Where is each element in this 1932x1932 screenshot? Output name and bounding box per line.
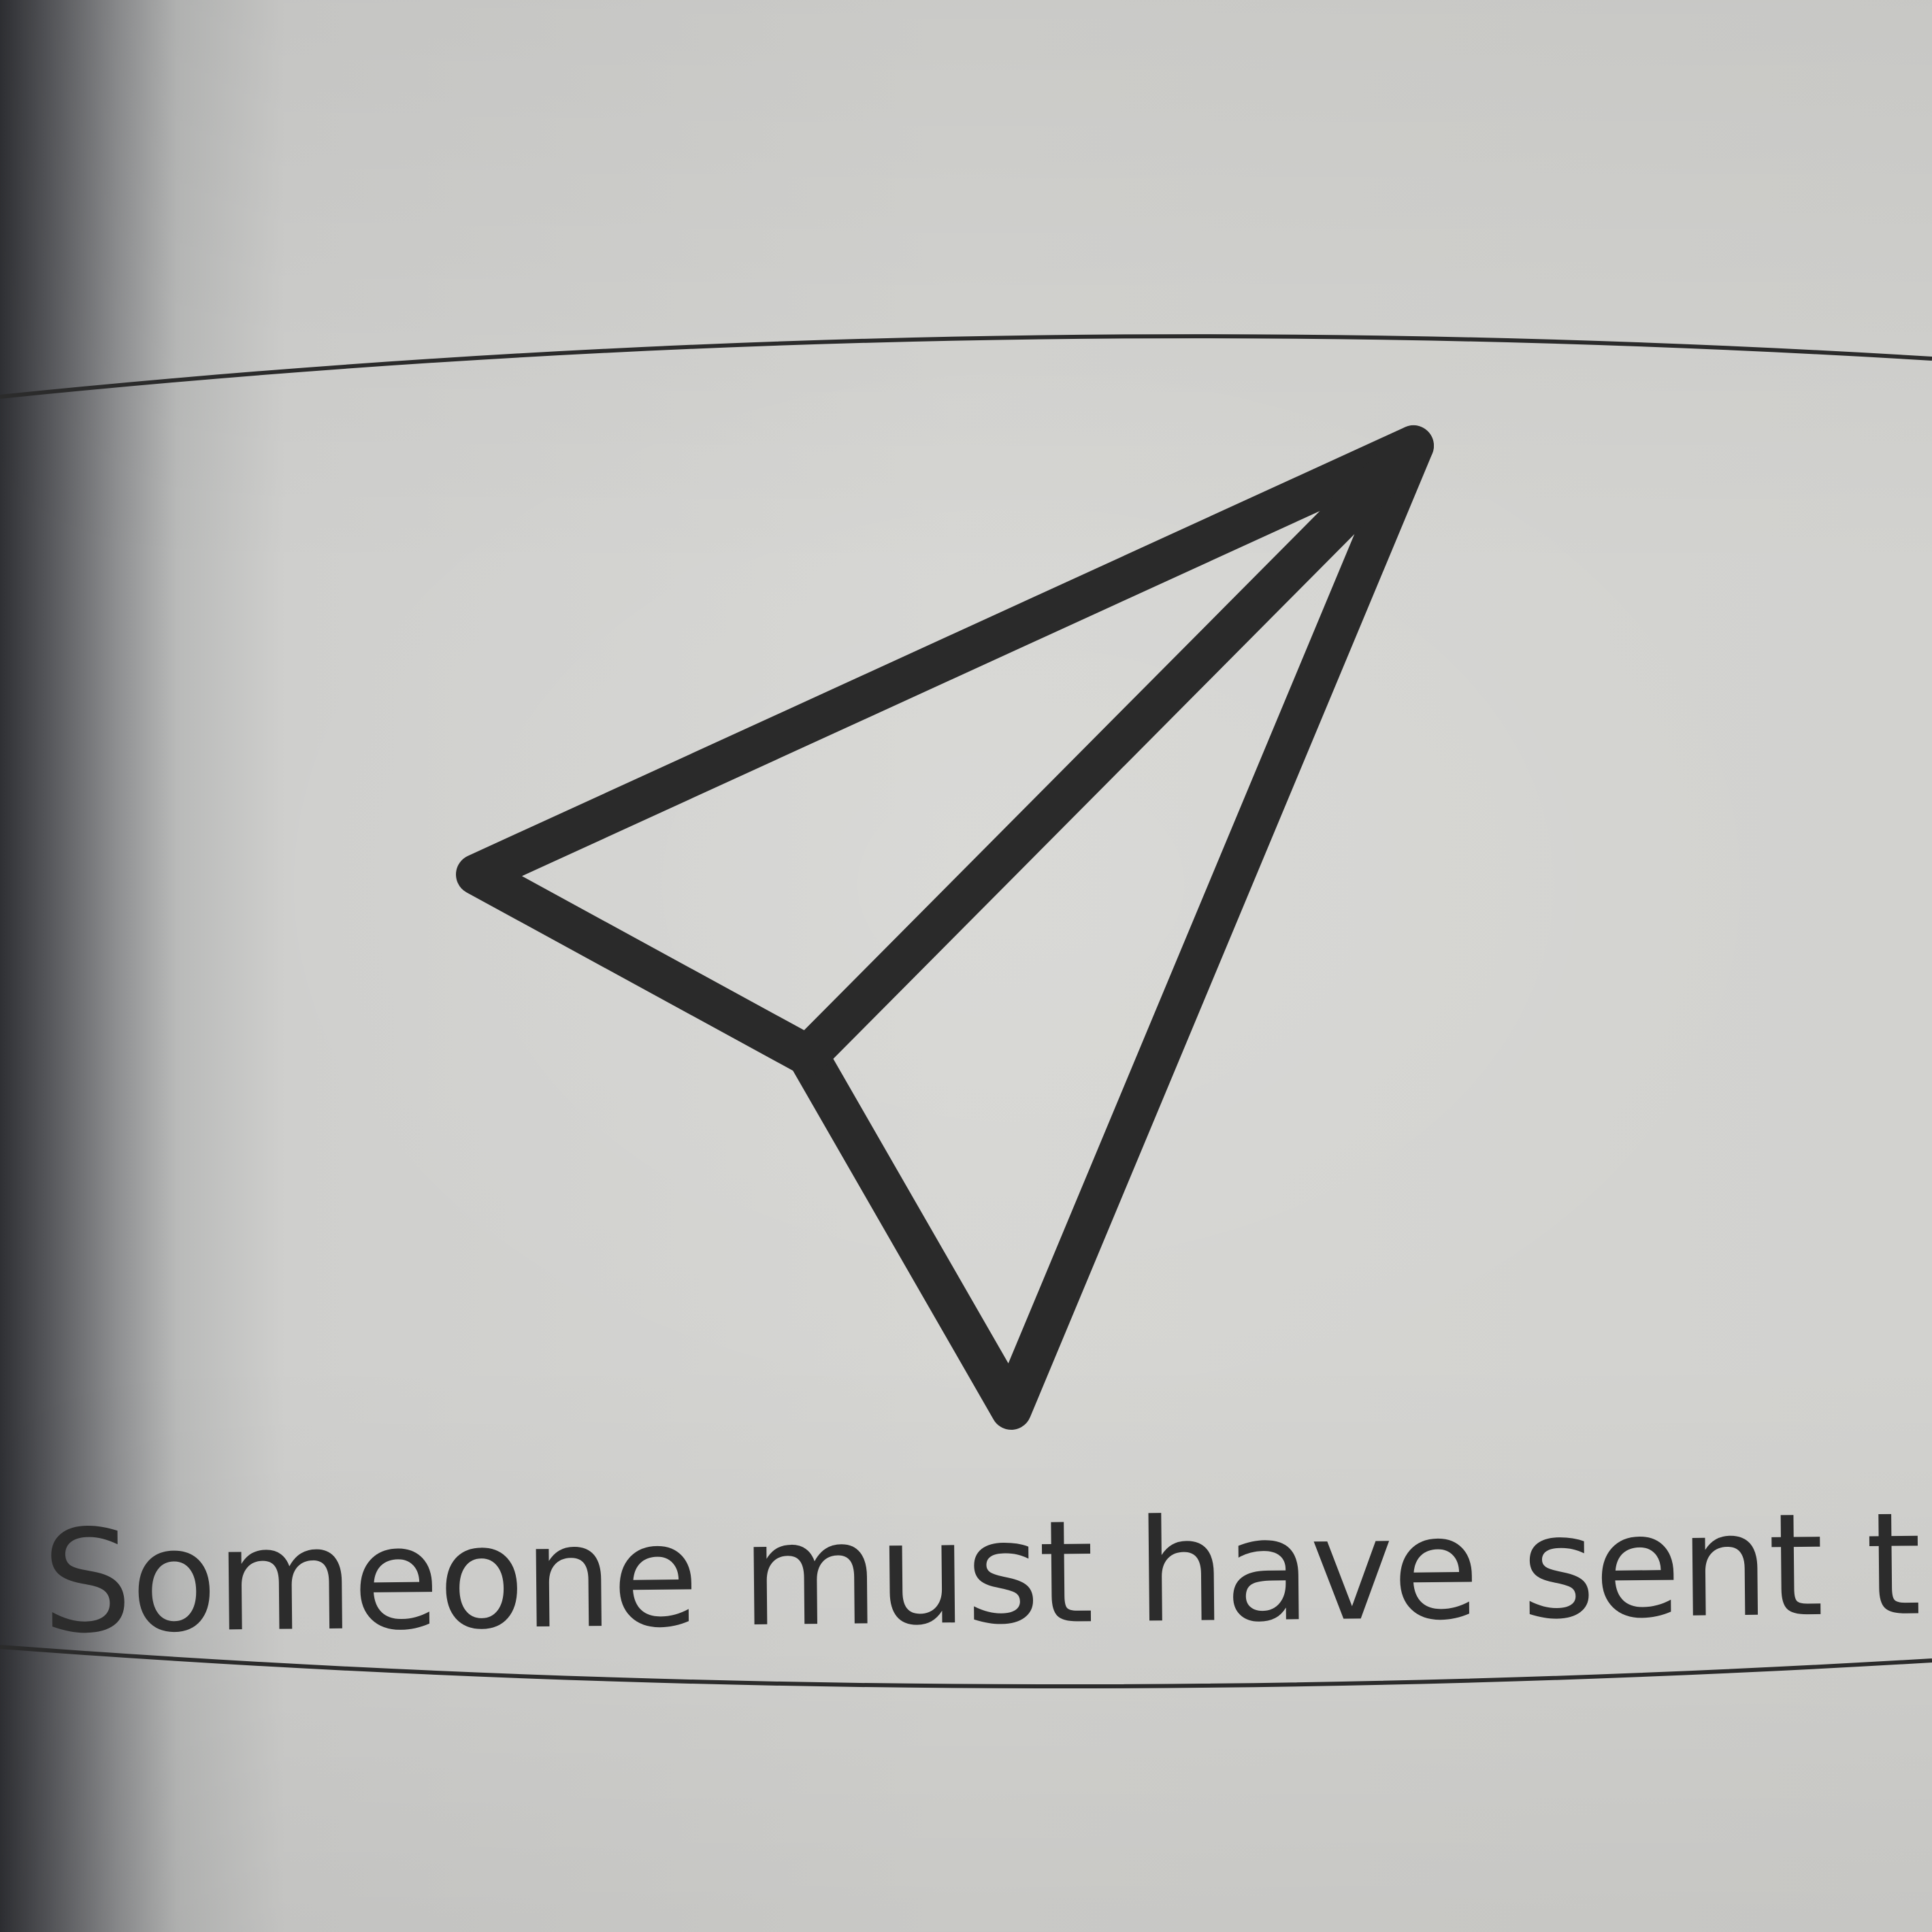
photo-page: Someone must have sent them for... [0,0,1932,1932]
plane-fold-line [787,425,1434,1076]
top-rule-line [0,334,1932,399]
caption-text: Someone must have sent them for... [41,1476,1932,1665]
paper-plane-icon [456,425,1434,1430]
